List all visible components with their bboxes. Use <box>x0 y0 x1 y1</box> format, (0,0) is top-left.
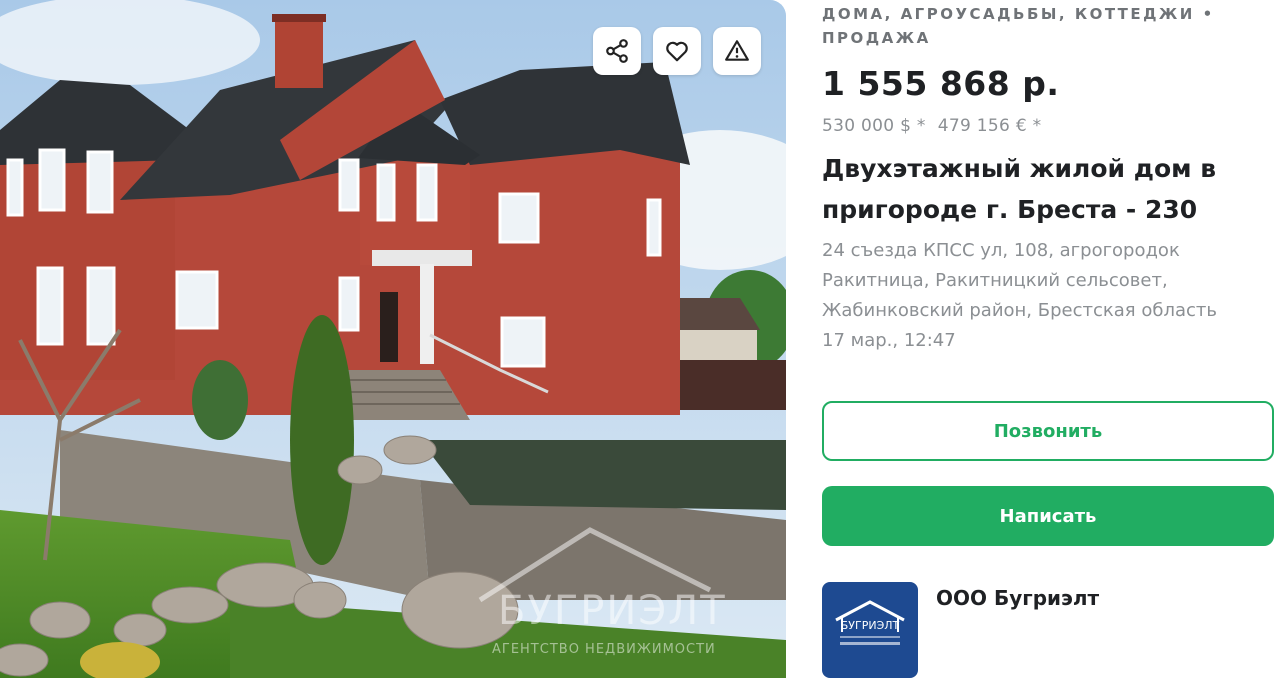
share-icon <box>606 39 628 63</box>
seller-logo[interactable]: БУГРИЭЛТ <box>822 582 918 678</box>
write-button[interactable]: Написать <box>822 486 1274 546</box>
listing-date: 17 мар., 12:47 <box>822 330 956 351</box>
call-button[interactable]: Позвонить <box>822 401 1274 461</box>
address-line: 24 съезда КПСС ул, 108, агрогородок <box>822 240 1180 261</box>
price-byn: 1 555 868 р. <box>822 64 1060 103</box>
listing-page: БУГРИЭЛТ АГЕНТСТВО НЕДВИЖИМОСТИ ДОМА, АГ… <box>0 0 1280 678</box>
warning-icon <box>725 40 749 61</box>
share-button[interactable] <box>593 27 641 75</box>
seller-card[interactable]: БУГРИЭЛТ ООО Бугриэлт <box>822 582 1099 678</box>
seller-logo-text: БУГРИЭЛТ <box>841 619 900 632</box>
listing-info: ДОМА, АГРОУСАДЬБЫ, КОТТЕДЖИ • ПРОДАЖА 1 … <box>822 0 1274 678</box>
seller-name[interactable]: ООО Бугриэлт <box>936 586 1099 678</box>
seller-logo-image: БУГРИЭЛТ <box>835 600 905 645</box>
price-eur: 479 156 € * <box>937 116 1042 136</box>
address-line: Жабинковский район, Брестская область <box>822 300 1217 321</box>
listing-address: 24 съезда КПСС ул, 108, агрогородок Раки… <box>822 236 1272 326</box>
price-alternatives: 530 000 $ * 479 156 € * <box>822 116 1272 136</box>
price-usd: 530 000 $ * <box>822 116 926 136</box>
listing-title: Двухэтажный жилой дом в пригороде г. Бре… <box>822 154 1217 224</box>
address-line: Ракитница, Ракитницкий сельсовет, <box>822 270 1168 291</box>
watermark: БУГРИЭЛТ АГЕНТСТВО НЕДВИЖИМОСТИ <box>470 530 786 670</box>
listing-photo[interactable]: БУГРИЭЛТ АГЕНТСТВО НЕДВИЖИМОСТИ <box>0 0 786 678</box>
heart-icon <box>666 41 688 62</box>
listing-category[interactable]: ДОМА, АГРОУСАДЬБЫ, КОТТЕДЖИ • ПРОДАЖА <box>822 2 1242 50</box>
favorite-button[interactable] <box>653 27 701 75</box>
photo-actions <box>593 27 761 75</box>
watermark-subtitle: АГЕНТСТВО НЕДВИЖИМОСТИ <box>492 642 716 657</box>
watermark-name: БУГРИЭЛТ <box>498 588 727 634</box>
report-button[interactable] <box>713 27 761 75</box>
